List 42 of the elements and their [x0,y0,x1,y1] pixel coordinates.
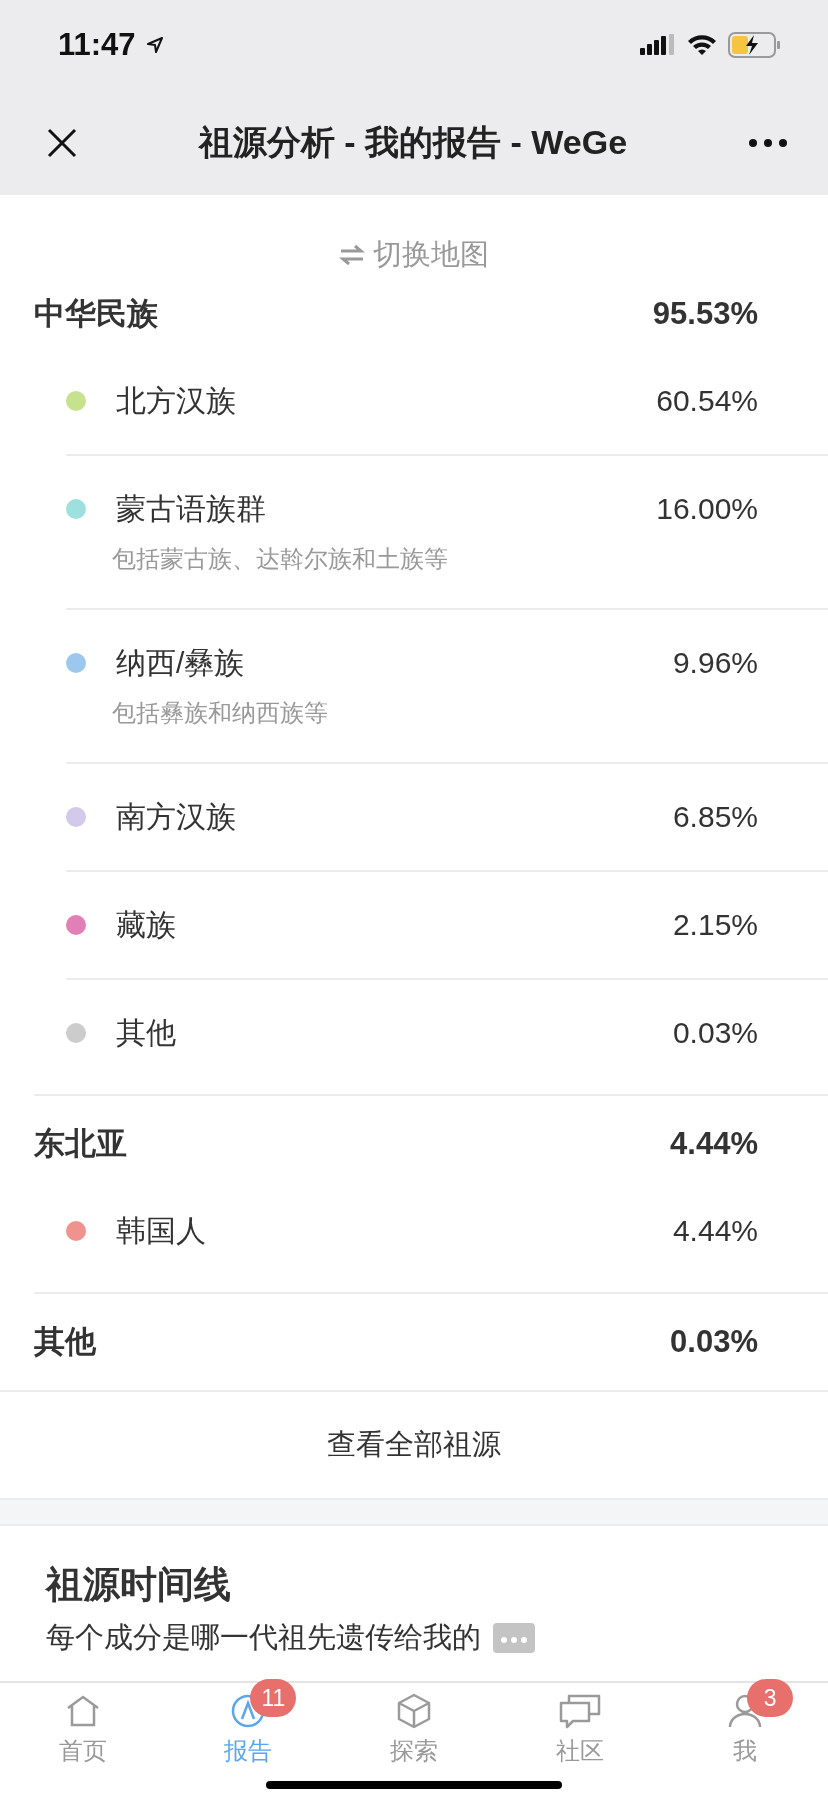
cube-icon [396,1693,432,1729]
ancestry-name: 北方汉族 [116,382,237,419]
ancestry-name: 韩国人 [116,1212,207,1249]
view-all-button[interactable]: 查看全部祖源 [0,1392,828,1498]
ancestry-name: 蒙古语族群 [116,490,267,527]
group-percent: 4.44% [670,1126,758,1162]
ancestry-name: 其他 [116,1014,177,1051]
ancestry-percent: 6.85% [672,800,758,834]
battery-charging-icon [728,32,782,58]
more-icon[interactable] [748,137,788,148]
group-name: 东北亚 [34,1125,127,1163]
signal-icon [640,34,676,56]
ancestry-percent: 0.03% [672,1016,758,1050]
section-title: 祖源时间线 [46,1563,232,1607]
page-title: 祖源分析 - 我的报告 - WeGe [197,121,629,163]
ancestry-percent: 9.96% [672,646,758,680]
ancestry-percent: 4.44% [672,1214,758,1248]
tab-item[interactable]: 探索 [331,1683,497,1793]
ancestry-percent: 2.15% [672,908,758,942]
tab-item[interactable]: 首页 [0,1683,166,1793]
section-subtitle: 每个成分是哪一代祖先遗传给我的 [46,1620,481,1655]
group-name: 中华民族 [34,295,158,333]
ancestry-name: 藏族 [116,906,177,943]
count-badge: 11 [250,1679,297,1717]
ancestry-note: 包括蒙古族、达斡尔族和土族等 [112,544,449,574]
ancestry-percent: 16.00% [656,492,758,526]
location-arrow-icon [145,36,164,54]
ancestry-name: 南方汉族 [116,798,237,835]
wifi-icon [686,33,718,57]
group-percent: 0.03% [670,1324,758,1360]
ancestry-name: 纳西/彝族 [116,644,246,681]
count-badge: 3 [747,1679,794,1717]
group-percent: 95.53% [652,296,758,332]
swap-arrows-icon [339,244,365,266]
ancestry-note: 包括彝族和纳西族等 [112,698,329,728]
group-name: 其他 [34,1323,96,1361]
switch-map-link[interactable]: 切换地图 [339,235,489,275]
chat-bubbles-icon [558,1693,601,1729]
ancestry-percent: 60.54% [656,384,758,418]
close-icon[interactable] [46,126,78,159]
status-time: 11:47 [58,27,136,63]
tab-item[interactable]: 社区 [496,1683,663,1793]
